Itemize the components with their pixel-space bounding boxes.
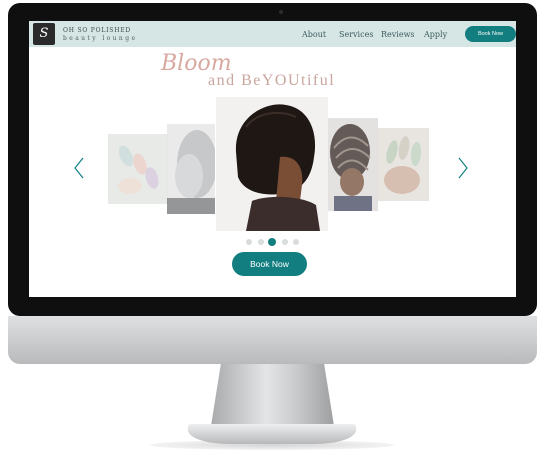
carousel-dot-1[interactable]	[246, 239, 252, 245]
nav-item-services[interactable]: Services	[339, 30, 373, 39]
brand-logo[interactable]: S	[33, 23, 55, 45]
monitor-base	[188, 424, 356, 444]
nail-design-image	[378, 128, 429, 201]
carousel-slide-braids[interactable]	[328, 118, 378, 211]
carousel-slide-nails-2[interactable]	[378, 128, 429, 201]
brand-name[interactable]: OH SO POLISHED	[63, 27, 131, 34]
carousel-slide-nails-1[interactable]	[108, 134, 168, 204]
chevron-right-icon[interactable]	[457, 157, 469, 179]
site-header: S OH SO POLISHED beauty lounge About Ser…	[29, 21, 516, 47]
header-book-now-button[interactable]: Book Now	[465, 26, 516, 42]
brand-subtitle: beauty lounge	[63, 35, 138, 42]
braided-hair-image	[328, 118, 378, 211]
carousel-dot-5[interactable]	[293, 239, 299, 245]
monitor-chin	[8, 316, 537, 364]
nav-item-apply[interactable]: Apply	[424, 30, 447, 39]
silver-hair-image	[167, 124, 215, 214]
monitor-stand	[211, 364, 334, 426]
hero-book-now-button[interactable]: Book Now	[232, 252, 307, 276]
nail-art-image	[108, 134, 168, 204]
website-screen: S OH SO POLISHED beauty lounge About Ser…	[29, 21, 516, 297]
chevron-left-icon[interactable]	[73, 157, 85, 179]
carousel-slide-silver-hair[interactable]	[167, 124, 215, 214]
bob-haircut-image	[216, 97, 328, 231]
carousel-dot-2[interactable]	[258, 239, 264, 245]
carousel-slide-bob-haircut[interactable]	[216, 97, 328, 231]
carousel-dot-4[interactable]	[282, 239, 288, 245]
nav-item-about[interactable]: About	[302, 30, 326, 39]
hero-tagline: and BeYOUtiful	[208, 72, 336, 89]
carousel-dot-3-active[interactable]	[268, 238, 276, 246]
logo-letter: S	[39, 26, 49, 41]
webcam	[279, 10, 283, 14]
nav-item-reviews[interactable]: Reviews	[381, 30, 415, 39]
